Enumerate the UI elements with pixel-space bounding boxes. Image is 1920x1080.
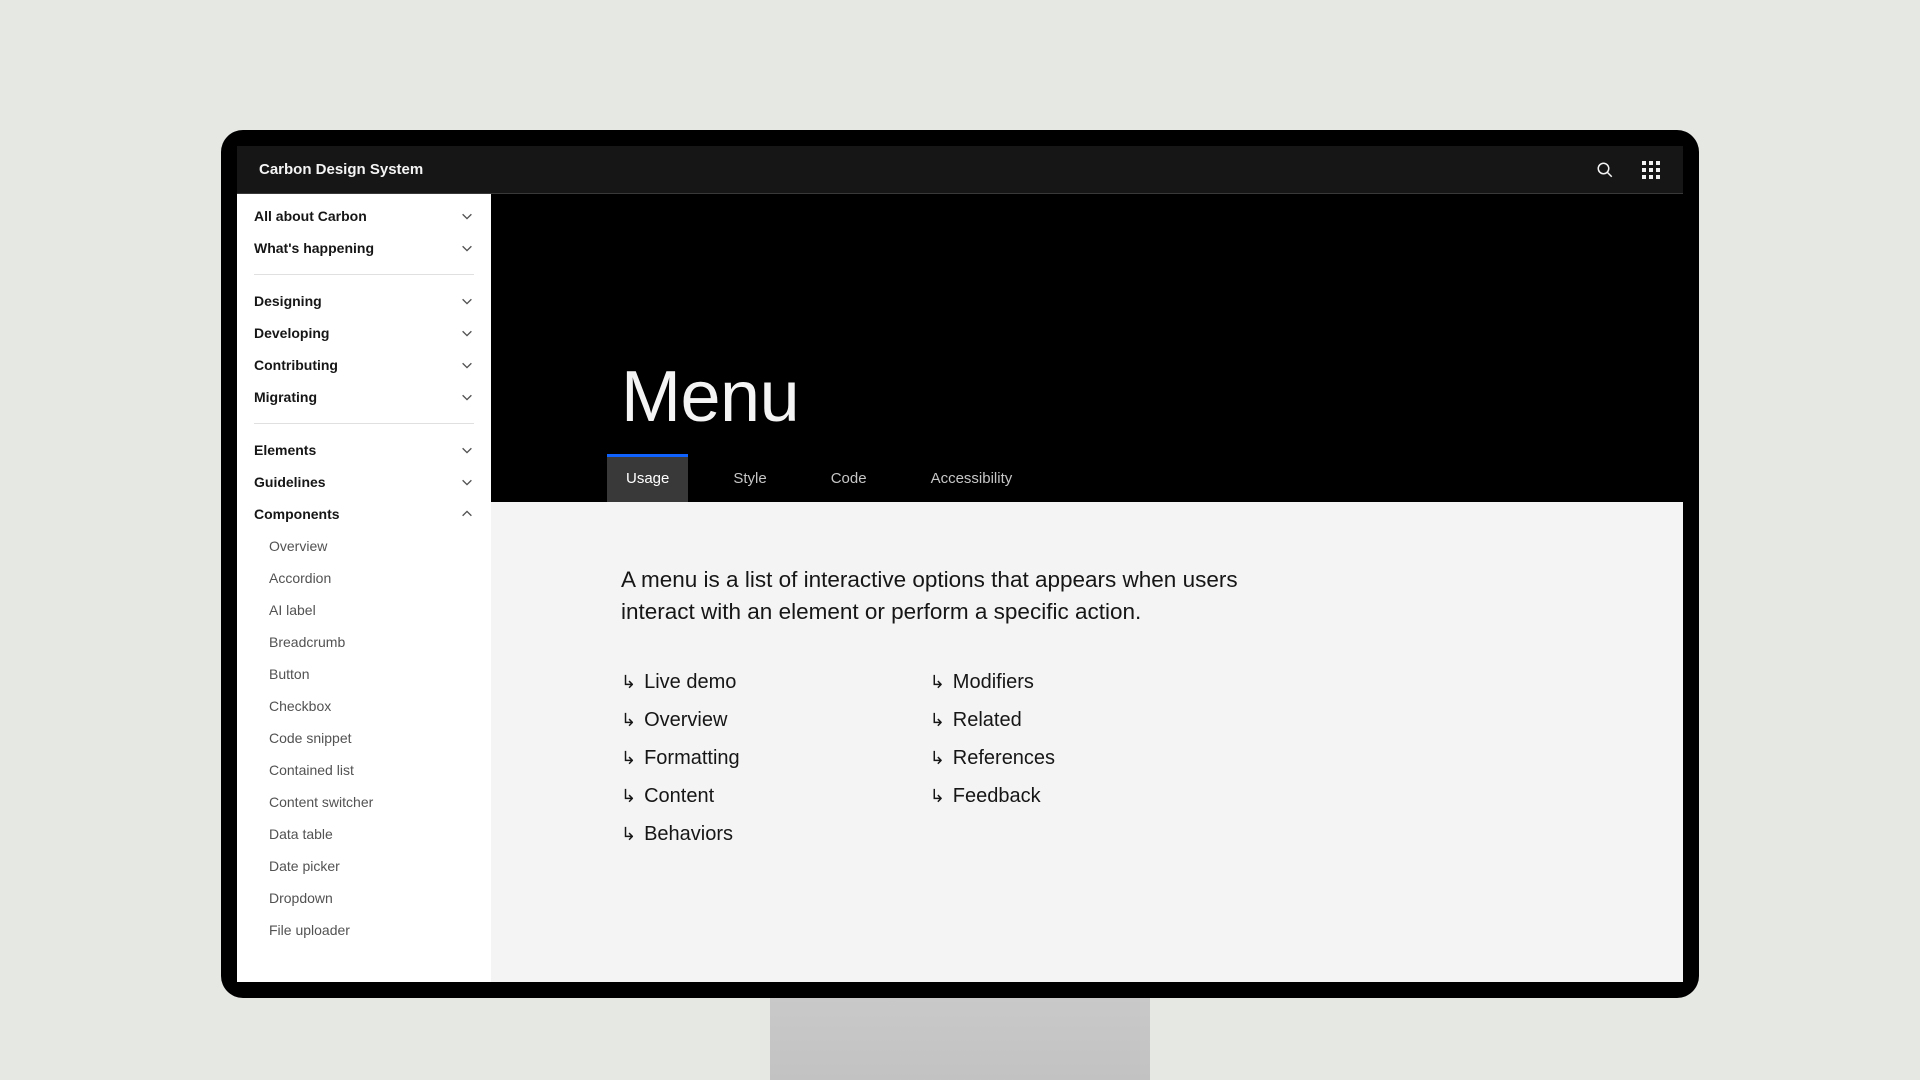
toc-link[interactable]: ↳Related: [930, 701, 1055, 739]
subdirectory-arrow-icon: ↳: [930, 665, 945, 699]
sidebar-item-label: Elements: [254, 442, 316, 458]
toc-link[interactable]: ↳References: [930, 739, 1055, 777]
tab-style[interactable]: Style: [714, 454, 785, 502]
nav-group-1: All about Carbon What's happening: [237, 200, 491, 264]
sidebar-subitem[interactable]: Checkbox: [254, 690, 474, 722]
toc-column-2: ↳Modifiers↳Related↳References↳Feedback: [930, 663, 1055, 853]
chevron-down-icon: [460, 475, 474, 489]
toc-link[interactable]: ↳Content: [621, 777, 740, 815]
monitor-frame: Carbon Design System All about Carbon: [221, 130, 1699, 998]
sidebar-subitem[interactable]: Content switcher: [254, 786, 474, 818]
components-sublist: OverviewAccordionAI labelBreadcrumbButto…: [254, 530, 474, 946]
sidebar: All about Carbon What's happening Design…: [237, 194, 491, 982]
sidebar-subitem[interactable]: Overview: [254, 530, 474, 562]
sidebar-item-components[interactable]: Components: [254, 498, 474, 530]
sidebar-item-designing[interactable]: Designing: [254, 285, 474, 317]
sidebar-item-label: Migrating: [254, 389, 317, 405]
toc-link[interactable]: ↳Formatting: [621, 739, 740, 777]
sidebar-item-label: Contributing: [254, 357, 338, 373]
tab-code[interactable]: Code: [812, 454, 886, 502]
divider: [254, 423, 474, 424]
nav-group-3: Elements Guidelines Components OverviewA…: [237, 434, 491, 946]
sidebar-subitem[interactable]: AI label: [254, 594, 474, 626]
sidebar-subitem[interactable]: File uploader: [254, 914, 474, 946]
intro-text: A menu is a list of interactive options …: [621, 564, 1261, 627]
toc-link[interactable]: ↳Live demo: [621, 663, 740, 701]
monitor-stand: [770, 998, 1150, 1080]
sidebar-item-guidelines[interactable]: Guidelines: [254, 466, 474, 498]
sidebar-item-migrating[interactable]: Migrating: [254, 381, 474, 413]
chevron-up-icon: [460, 507, 474, 521]
chevron-down-icon: [460, 390, 474, 404]
app-switcher-icon[interactable]: [1641, 160, 1661, 180]
chevron-down-icon: [460, 294, 474, 308]
subdirectory-arrow-icon: ↳: [621, 703, 636, 737]
sidebar-item-label: What's happening: [254, 240, 374, 256]
sidebar-subitem[interactable]: Code snippet: [254, 722, 474, 754]
nav-group-2: Designing Developing Contributing Migrat…: [237, 285, 491, 413]
sidebar-subitem[interactable]: Accordion: [254, 562, 474, 594]
subdirectory-arrow-icon: ↳: [930, 779, 945, 813]
subdirectory-arrow-icon: ↳: [930, 703, 945, 737]
divider: [254, 274, 474, 275]
sidebar-item-label: Developing: [254, 325, 329, 341]
sidebar-subitem[interactable]: Breadcrumb: [254, 626, 474, 658]
toc-link[interactable]: ↳Modifiers: [930, 663, 1055, 701]
chevron-down-icon: [460, 241, 474, 255]
subdirectory-arrow-icon: ↳: [621, 665, 636, 699]
tab-accessibility[interactable]: Accessibility: [912, 454, 1032, 502]
chevron-down-icon: [460, 209, 474, 223]
sidebar-item-whats-happening[interactable]: What's happening: [254, 232, 474, 264]
sidebar-item-label: All about Carbon: [254, 208, 367, 224]
sidebar-subitem[interactable]: Date picker: [254, 850, 474, 882]
sidebar-subitem[interactable]: Button: [254, 658, 474, 690]
search-icon[interactable]: [1595, 160, 1615, 180]
sidebar-item-label: Guidelines: [254, 474, 326, 490]
sidebar-subitem[interactable]: Contained list: [254, 754, 474, 786]
subdirectory-arrow-icon: ↳: [621, 779, 636, 813]
sidebar-item-developing[interactable]: Developing: [254, 317, 474, 349]
toc-column-1: ↳Live demo↳Overview↳Formatting↳Content↳B…: [621, 663, 740, 853]
header-actions: [1595, 160, 1661, 180]
toc-link[interactable]: ↳Feedback: [930, 777, 1055, 815]
screen: Carbon Design System All about Carbon: [237, 146, 1683, 982]
subdirectory-arrow-icon: ↳: [621, 741, 636, 775]
hero: Menu: [491, 194, 1683, 454]
sidebar-item-label: Designing: [254, 293, 322, 309]
subdirectory-arrow-icon: ↳: [930, 741, 945, 775]
sidebar-item-contributing[interactable]: Contributing: [254, 349, 474, 381]
sidebar-subitem[interactable]: Data table: [254, 818, 474, 850]
toc-link[interactable]: ↳Behaviors: [621, 815, 740, 853]
chevron-down-icon: [460, 358, 474, 372]
toc-link[interactable]: ↳Overview: [621, 701, 740, 739]
sidebar-item-label: Components: [254, 506, 340, 522]
table-of-contents: ↳Live demo↳Overview↳Formatting↳Content↳B…: [621, 663, 1683, 853]
page-title: Menu: [621, 356, 799, 438]
chevron-down-icon: [460, 326, 474, 340]
tab-usage[interactable]: Usage: [607, 454, 688, 502]
chevron-down-icon: [460, 443, 474, 457]
sidebar-item-all-about-carbon[interactable]: All about Carbon: [254, 200, 474, 232]
content-tabs: Usage Style Code Accessibility: [491, 454, 1683, 502]
subdirectory-arrow-icon: ↳: [621, 817, 636, 851]
main: Menu Usage Style Code Accessibility A menu …: [491, 194, 1683, 982]
app-header: Carbon Design System: [237, 146, 1683, 194]
app-title[interactable]: Carbon Design System: [259, 161, 423, 178]
sidebar-subitem[interactable]: Dropdown: [254, 882, 474, 914]
body: All about Carbon What's happening Design…: [237, 194, 1683, 982]
sidebar-item-elements[interactable]: Elements: [254, 434, 474, 466]
content-area: A menu is a list of interactive options …: [491, 502, 1683, 982]
